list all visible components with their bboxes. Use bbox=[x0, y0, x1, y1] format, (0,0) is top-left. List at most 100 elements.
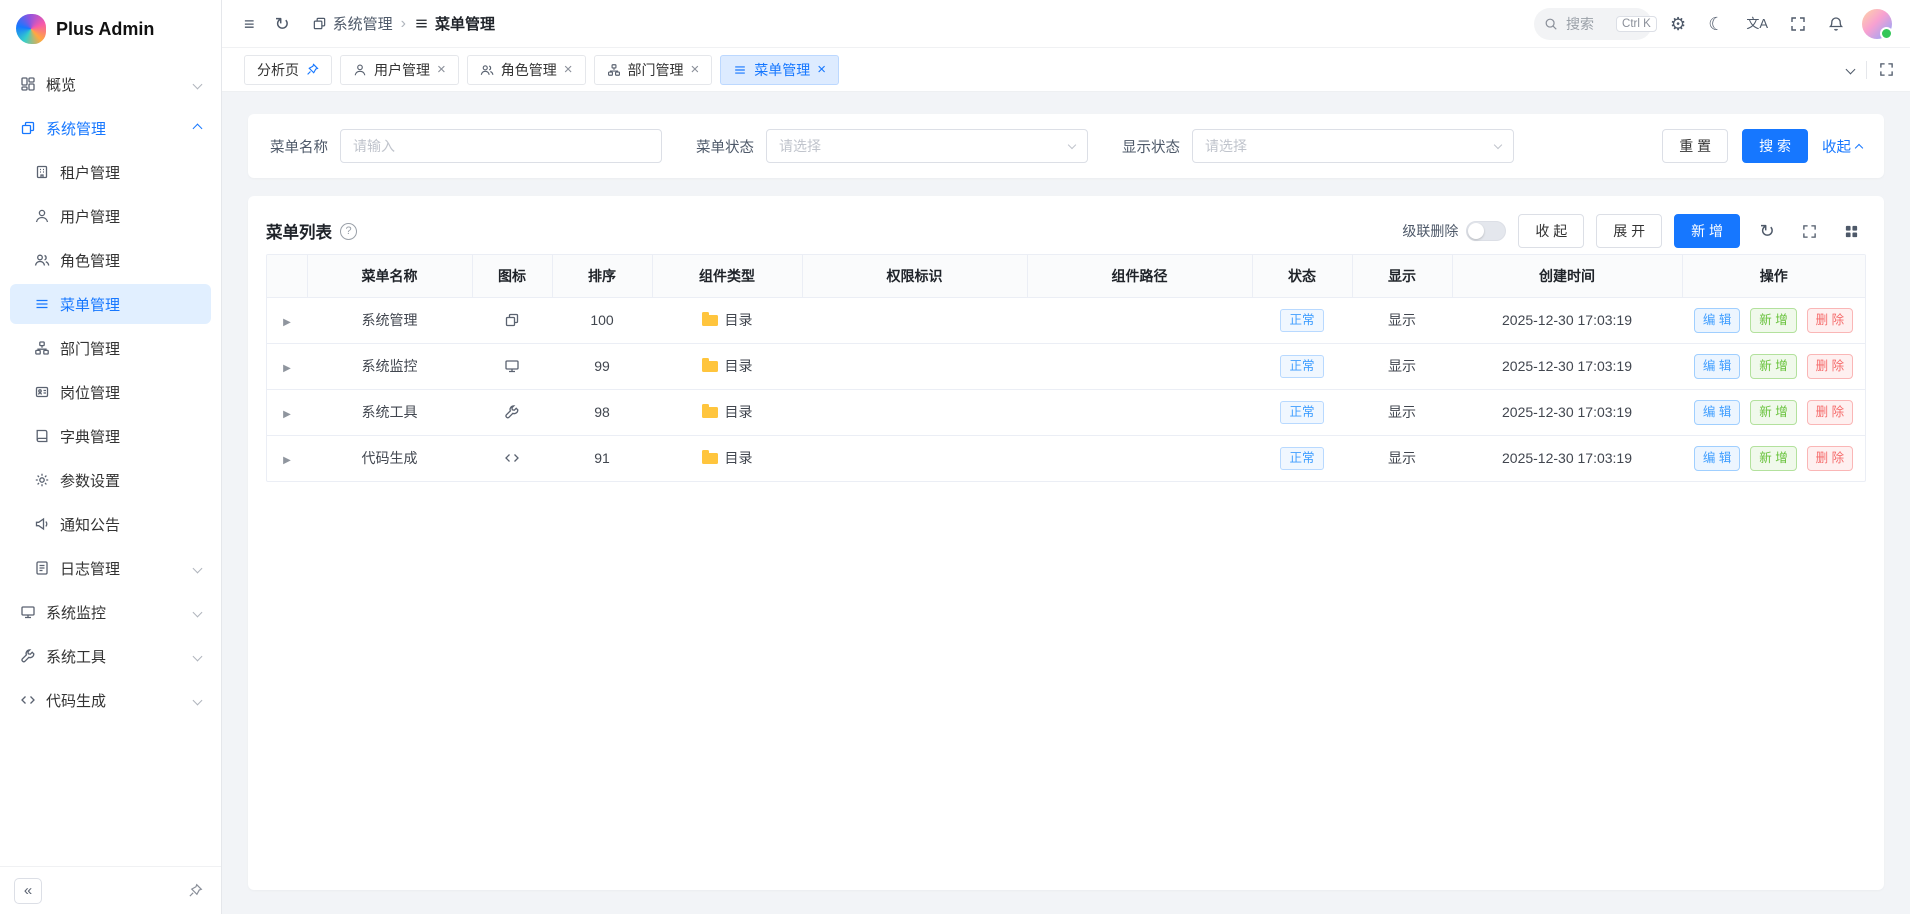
add-menu-button[interactable]: 新 增 bbox=[1674, 214, 1740, 248]
fullscreen-button[interactable] bbox=[1786, 12, 1810, 36]
table-fullscreen-button[interactable] bbox=[1794, 216, 1824, 246]
expand-row-icon[interactable]: ▶ bbox=[283, 409, 291, 420]
help-icon[interactable]: ? bbox=[340, 223, 357, 240]
search-input[interactable] bbox=[1566, 16, 1608, 32]
dark-mode-button[interactable]: ☾ bbox=[1704, 11, 1728, 37]
search-icon bbox=[1544, 17, 1558, 31]
tabs-dropdown-button[interactable] bbox=[1843, 62, 1858, 77]
sidebar-item-system-monitor[interactable]: 系统监控 bbox=[10, 592, 211, 632]
hamburger-menu-button[interactable]: ≡ bbox=[240, 11, 259, 37]
delete-button[interactable]: 删 除 bbox=[1807, 354, 1853, 379]
sidebar-item-label: 通知公告 bbox=[60, 514, 120, 535]
add-child-button[interactable]: 新 增 bbox=[1750, 400, 1796, 425]
language-button[interactable]: 文A bbox=[1742, 13, 1772, 34]
topbar-right: Ctrl K ⚙ ☾ 文A bbox=[1534, 8, 1892, 40]
sidebar-collapse-button[interactable]: « bbox=[14, 878, 42, 904]
add-child-button[interactable]: 新 增 bbox=[1750, 308, 1796, 333]
sidebar-item-label: 参数设置 bbox=[60, 470, 120, 491]
sidebar-item-label: 日志管理 bbox=[60, 558, 120, 579]
column-settings-button[interactable] bbox=[1836, 216, 1866, 246]
sidebar-item-label: 租户管理 bbox=[60, 162, 120, 183]
sidebar-item-system-manage[interactable]: 系统管理 bbox=[10, 108, 211, 148]
sidebar-item-code-gen[interactable]: 代码生成 bbox=[10, 680, 211, 720]
sidebar-item-menu-manage[interactable]: 菜单管理 bbox=[10, 284, 211, 324]
tab-role-manage[interactable]: 角色管理 × bbox=[467, 55, 586, 85]
delete-button[interactable]: 删 除 bbox=[1807, 400, 1853, 425]
sidebar-item-label: 系统管理 bbox=[46, 118, 106, 139]
global-search[interactable]: Ctrl K bbox=[1534, 8, 1652, 40]
sidebar-item-tenant-manage[interactable]: 租户管理 bbox=[10, 152, 211, 192]
people-icon bbox=[34, 252, 50, 268]
edit-button[interactable]: 编 辑 bbox=[1694, 400, 1740, 425]
cell-created-at: 2025-12-30 17:03:19 bbox=[1452, 389, 1682, 435]
cascade-delete-toggle[interactable] bbox=[1466, 221, 1506, 241]
dashboard-icon bbox=[20, 76, 36, 92]
chevron-down-icon bbox=[193, 79, 203, 89]
delete-button[interactable]: 删 除 bbox=[1807, 308, 1853, 333]
sidebar-item-dept-manage[interactable]: 部门管理 bbox=[10, 328, 211, 368]
pin-icon[interactable] bbox=[306, 63, 319, 76]
cell-visible: 显示 bbox=[1352, 435, 1452, 481]
col-icon: 图标 bbox=[472, 255, 552, 297]
expand-all-button[interactable]: 展 开 bbox=[1596, 214, 1662, 248]
sidebar-item-log-manage[interactable]: 日志管理 bbox=[10, 548, 211, 588]
settings-button[interactable]: ⚙ bbox=[1666, 11, 1690, 37]
sidebar-item-overview[interactable]: 概览 bbox=[10, 64, 211, 104]
main-area: ≡ ↻ 系统管理 › 菜单管理 bbox=[222, 0, 1910, 914]
field-label: 菜单状态 bbox=[696, 136, 754, 157]
close-icon[interactable]: × bbox=[437, 62, 446, 77]
menu-status-select[interactable]: 请选择 bbox=[766, 129, 1088, 163]
close-icon[interactable]: × bbox=[691, 62, 700, 77]
edit-button[interactable]: 编 辑 bbox=[1694, 308, 1740, 333]
menu-name-input[interactable] bbox=[353, 138, 649, 154]
collapse-all-button[interactable]: 收 起 bbox=[1518, 214, 1584, 248]
tab-label: 部门管理 bbox=[628, 60, 684, 80]
sidebar-item-system-tools[interactable]: 系统工具 bbox=[10, 636, 211, 676]
sidebar-item-dict-manage[interactable]: 字典管理 bbox=[10, 416, 211, 456]
search-button[interactable]: 搜 索 bbox=[1742, 129, 1808, 163]
filter-field-visible-status: 显示状态 请选择 bbox=[1122, 129, 1514, 163]
chevron-up-icon bbox=[1855, 143, 1863, 151]
expand-row-icon[interactable]: ▶ bbox=[283, 363, 291, 374]
content-fullscreen-button[interactable] bbox=[1875, 58, 1898, 81]
col-expand bbox=[267, 255, 307, 297]
visible-status-select[interactable]: 请选择 bbox=[1192, 129, 1514, 163]
sidebar-item-param-settings[interactable]: 参数设置 bbox=[10, 460, 211, 500]
close-icon[interactable]: × bbox=[817, 62, 826, 77]
refresh-table-button[interactable]: ↻ bbox=[1752, 216, 1782, 246]
hamburger-icon: ≡ bbox=[244, 15, 255, 33]
avatar[interactable] bbox=[1862, 9, 1892, 39]
document-icon bbox=[34, 560, 50, 576]
tab-menu-manage[interactable]: 菜单管理 × bbox=[720, 55, 839, 85]
tab-analysis[interactable]: 分析页 bbox=[244, 55, 332, 85]
expand-row-icon[interactable]: ▶ bbox=[283, 455, 291, 466]
notifications-button[interactable] bbox=[1824, 12, 1848, 36]
cell-created-at: 2025-12-30 17:03:19 bbox=[1452, 297, 1682, 343]
edit-button[interactable]: 编 辑 bbox=[1694, 354, 1740, 379]
add-child-button[interactable]: 新 增 bbox=[1750, 354, 1796, 379]
sidebar-item-post-manage[interactable]: 岗位管理 bbox=[10, 372, 211, 412]
cell-visible: 显示 bbox=[1352, 297, 1452, 343]
expand-row-icon[interactable]: ▶ bbox=[283, 317, 291, 328]
tab-user-manage[interactable]: 用户管理 × bbox=[340, 55, 459, 85]
filter-field-menu-status: 菜单状态 请选择 bbox=[696, 129, 1088, 163]
page-title: 菜单列表 bbox=[266, 219, 332, 243]
add-child-button[interactable]: 新 增 bbox=[1750, 446, 1796, 471]
sidebar-item-notice[interactable]: 通知公告 bbox=[10, 504, 211, 544]
tabbar-controls bbox=[1843, 58, 1898, 81]
sidebar-item-user-manage[interactable]: 用户管理 bbox=[10, 196, 211, 236]
copy-squares-icon bbox=[472, 312, 552, 328]
filter-collapse-link[interactable]: 收起 bbox=[1822, 136, 1862, 157]
tab-dept-manage[interactable]: 部门管理 × bbox=[594, 55, 713, 85]
reset-button[interactable]: 重 置 bbox=[1662, 129, 1728, 163]
sidebar-item-role-manage[interactable]: 角色管理 bbox=[10, 240, 211, 280]
divider bbox=[1866, 61, 1867, 79]
breadcrumb-system-manage[interactable]: 系统管理 bbox=[312, 13, 393, 34]
refresh-page-button[interactable]: ↻ bbox=[271, 11, 294, 37]
pin-sidebar-button[interactable] bbox=[184, 879, 207, 902]
delete-button[interactable]: 删 除 bbox=[1807, 446, 1853, 471]
chevron-down-icon bbox=[193, 607, 203, 617]
edit-button[interactable]: 编 辑 bbox=[1694, 446, 1740, 471]
close-icon[interactable]: × bbox=[564, 62, 573, 77]
table-row: ▶ 系统管理 100 目录 正常 显示 2025-12-30 17:03:19 bbox=[267, 297, 1865, 343]
